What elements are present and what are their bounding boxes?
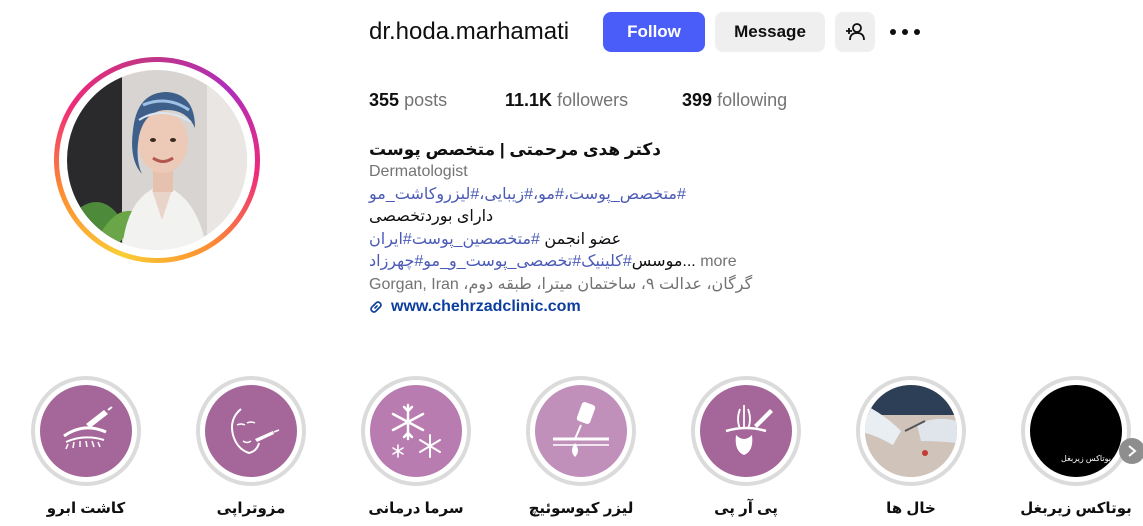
- follow-button[interactable]: Follow: [603, 12, 705, 52]
- highlight-label: لیزر کیوسوئیچ: [528, 500, 634, 517]
- hair-follicle-injection-icon: [700, 385, 792, 477]
- highlight-label: بوتاکس زیربغل: [1020, 500, 1132, 517]
- bio-membership-text: عضو انجمن: [539, 231, 622, 248]
- highlight-ring: [691, 376, 801, 486]
- website-link[interactable]: www.chehrzadclinic.com: [369, 296, 581, 319]
- highlight-label: مزوتراپی: [216, 500, 286, 517]
- highlight-mesotherapy[interactable]: مزوتراپی: [195, 376, 307, 517]
- bio-board-certified: دارای بوردتخصصی: [369, 208, 494, 225]
- message-button[interactable]: Message: [715, 12, 825, 52]
- avatar[interactable]: [67, 70, 247, 250]
- highlight-ring: [856, 376, 966, 486]
- highlight-moles[interactable]: خال ها: [855, 376, 967, 517]
- following-label: following: [717, 90, 788, 110]
- followers-label: followers: [557, 90, 629, 110]
- bio-founder-text: موسس: [631, 253, 683, 270]
- posts-label: posts: [404, 90, 448, 110]
- mole-removal-photo: [865, 385, 957, 477]
- following-count: 399: [682, 90, 713, 110]
- address-text: Gorgan, Iran ،گرگان، عدالت ۹، ساختمان می…: [369, 276, 753, 293]
- highlight-ring: بوتاکس زیربغل: [1021, 376, 1131, 486]
- avatar-photo: [67, 70, 247, 250]
- eyebrow-tattoo-icon: [40, 385, 132, 477]
- highlight-label: کاشت ابرو: [46, 500, 126, 517]
- highlight-eyebrow[interactable]: کاشت ابرو: [30, 376, 142, 517]
- underarm-botox-photo: بوتاکس زیربغل: [1030, 385, 1122, 477]
- highlight-ring: [31, 376, 141, 486]
- category-label: Dermatologist: [369, 163, 468, 180]
- highlight-overlay-text: بوتاکس زیربغل: [1061, 454, 1111, 463]
- bio-membership: عضو انجمن #متخصصین_پوست#ایران: [369, 229, 621, 252]
- highlight-ring: [526, 376, 636, 486]
- more-options-icon[interactable]: [890, 20, 920, 44]
- website-url: www.chehrzadclinic.com: [391, 298, 581, 315]
- followers-count: 11.1K: [505, 90, 553, 110]
- highlight-cryotherapy[interactable]: سرما درمانی: [360, 376, 472, 517]
- suggest-accounts-button[interactable]: [835, 12, 875, 52]
- highlight-label: پی آر پی: [714, 500, 778, 517]
- profile-avatar-story-ring[interactable]: [54, 57, 260, 263]
- bio-founder: #کلینیک#تخصصی_پوست_و_مو#چهرزادموسس... mo…: [369, 251, 737, 274]
- add-person-icon: [846, 23, 865, 41]
- display-name: دکتر هدی مرحمتی | متخصص پوست: [369, 140, 661, 159]
- following-stat[interactable]: 399 following: [682, 90, 787, 111]
- bio-founder-hashtags[interactable]: #کلینیک#تخصصی_پوست_و_مو#چهرزاد: [369, 253, 632, 270]
- highlight-label: خال ها: [886, 500, 936, 517]
- laser-skin-icon: [535, 385, 627, 477]
- more-link[interactable]: more: [700, 253, 736, 270]
- highlights-next-button[interactable]: [1119, 438, 1143, 464]
- highlight-label: سرما درمانی: [368, 500, 464, 517]
- face-injection-icon: [205, 385, 297, 477]
- avatar-border: [59, 62, 255, 258]
- followers-stat[interactable]: 11.1K followers: [505, 90, 628, 111]
- bio-hashtags[interactable]: #متخصص_پوست،#مو،#زیبایی،#لیزروکاشت_مو: [369, 184, 686, 207]
- snowflake-icon: [370, 385, 462, 477]
- highlight-ring: [361, 376, 471, 486]
- link-icon: [370, 301, 382, 314]
- highlight-ring: [196, 376, 306, 486]
- highlight-underarm-botox[interactable]: بوتاکس زیربغل بوتاکس زیربغل: [1020, 376, 1132, 517]
- highlight-qswitch-laser[interactable]: لیزر کیوسوئیچ: [525, 376, 637, 517]
- highlight-prp[interactable]: پی آر پی: [690, 376, 802, 517]
- bio-ellipsis: ...: [682, 253, 696, 270]
- chevron-right-icon: [1128, 445, 1137, 457]
- posts-count: 355: [369, 90, 400, 110]
- bio-membership-hashtags[interactable]: #متخصصین_پوست#ایران: [369, 231, 540, 248]
- username: dr.hoda.marhamati: [369, 18, 570, 45]
- posts-stat: 355 posts: [369, 90, 447, 111]
